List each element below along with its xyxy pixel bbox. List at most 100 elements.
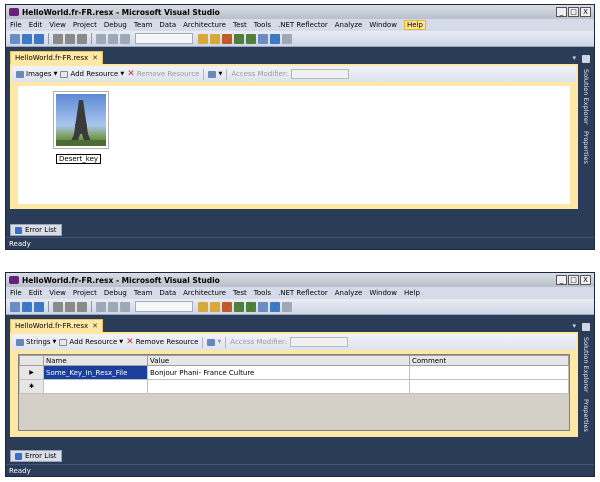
add-resource-button[interactable]: Add Resource ▼ [60, 70, 124, 78]
toolbox-icon[interactable] [246, 33, 256, 44]
cell-name[interactable] [43, 379, 148, 394]
menu-analyze[interactable]: Analyze [335, 289, 363, 297]
maximize-button[interactable]: □ [568, 275, 579, 285]
menu-project[interactable]: Project [73, 21, 97, 29]
tab-dropdown-icon[interactable]: ▾ [572, 54, 576, 62]
menu-help[interactable]: Help [404, 289, 420, 297]
new-project-icon[interactable] [10, 33, 20, 44]
save-all-icon[interactable] [34, 301, 44, 312]
menu-file[interactable]: File [10, 21, 22, 29]
cell-comment[interactable] [409, 379, 569, 394]
menu-view[interactable]: View [49, 21, 66, 29]
menu-test[interactable]: Test [233, 289, 247, 297]
menu-net-reflector[interactable]: .NET Reflector [278, 21, 328, 29]
menu-window[interactable]: Window [369, 21, 397, 29]
close-button[interactable]: X [580, 7, 591, 17]
menu-help[interactable]: Help [403, 20, 426, 30]
cut-icon[interactable] [53, 301, 63, 312]
find-in-files-icon[interactable] [198, 301, 208, 312]
close-tab-icon[interactable]: ✕ [92, 54, 98, 62]
table-row-new[interactable]: ✱ [19, 379, 569, 394]
start-debugging-icon[interactable] [120, 301, 130, 312]
copy-icon[interactable] [65, 301, 75, 312]
pin-icon[interactable] [582, 323, 590, 331]
minimize-button[interactable]: _ [556, 7, 567, 17]
copy-icon[interactable] [65, 33, 75, 44]
menu-view[interactable]: View [49, 289, 66, 297]
solution-config-combo[interactable] [135, 33, 193, 44]
solution-config-combo[interactable] [135, 301, 193, 312]
tab-helloworld-resx[interactable]: HelloWorld.fr-FR.resx ✕ [10, 319, 104, 332]
column-header-name[interactable]: Name [43, 355, 148, 366]
cut-icon[interactable] [53, 33, 63, 44]
menu-net-reflector[interactable]: .NET Reflector [278, 289, 328, 297]
remove-resource-button[interactable]: ✕ Remove Resource [126, 337, 198, 346]
menu-architecture[interactable]: Architecture [183, 21, 226, 29]
menu-test[interactable]: Test [233, 21, 247, 29]
toolbar-options-icon[interactable] [282, 301, 292, 312]
start-page-icon[interactable] [270, 301, 280, 312]
current-row-marker-icon[interactable]: ▶ [19, 365, 44, 380]
paste-icon[interactable] [77, 33, 87, 44]
resource-view-dropdown[interactable]: Images ▼ [16, 70, 57, 78]
add-resource-button[interactable]: Add Resource ▼ [59, 338, 123, 346]
undo-icon[interactable] [96, 33, 106, 44]
find-in-files-icon[interactable] [198, 33, 208, 44]
toolbox-icon[interactable] [246, 301, 256, 312]
start-debugging-icon[interactable] [120, 33, 130, 44]
menu-debug[interactable]: Debug [104, 289, 127, 297]
menu-analyze[interactable]: Analyze [335, 21, 363, 29]
object-browser-icon[interactable] [234, 33, 244, 44]
extension-manager-icon[interactable] [258, 301, 268, 312]
menu-edit[interactable]: Edit [29, 21, 43, 29]
solution-explorer-icon[interactable] [210, 33, 220, 44]
paste-icon[interactable] [77, 301, 87, 312]
maximize-button[interactable]: □ [568, 7, 579, 17]
menu-data[interactable]: Data [159, 289, 176, 297]
menu-team[interactable]: Team [134, 289, 153, 297]
new-row-marker-icon[interactable]: ✱ [19, 379, 44, 394]
close-button[interactable]: X [580, 275, 591, 285]
access-modifier-combo[interactable] [291, 69, 350, 79]
properties-icon[interactable] [222, 301, 232, 312]
views-dropdown[interactable]: ▼ [207, 338, 221, 346]
solution-explorer-icon[interactable] [210, 301, 220, 312]
column-header-value[interactable]: Value [147, 355, 410, 366]
save-icon[interactable] [22, 33, 32, 44]
menu-architecture[interactable]: Architecture [183, 289, 226, 297]
toolbar-options-icon[interactable] [282, 33, 292, 44]
cell-name[interactable]: Some_Key_In_Resx_File [43, 365, 148, 380]
extension-manager-icon[interactable] [258, 33, 268, 44]
properties-icon[interactable] [222, 33, 232, 44]
redo-icon[interactable] [108, 33, 118, 44]
cell-value[interactable] [147, 379, 410, 394]
menu-debug[interactable]: Debug [104, 21, 127, 29]
tab-error-list[interactable]: Error List [10, 224, 62, 236]
title-bar[interactable]: HelloWorld.fr-FR.resx - Microsoft Visual… [6, 5, 594, 19]
new-project-icon[interactable] [10, 301, 20, 312]
tab-error-list[interactable]: Error List [10, 450, 62, 462]
tab-dropdown-icon[interactable]: ▾ [572, 322, 576, 330]
menu-data[interactable]: Data [159, 21, 176, 29]
object-browser-icon[interactable] [234, 301, 244, 312]
pin-icon[interactable] [582, 55, 590, 63]
redo-icon[interactable] [108, 301, 118, 312]
minimize-button[interactable]: _ [556, 275, 567, 285]
tab-solution-explorer[interactable]: Solution Explorer [582, 337, 590, 393]
menu-window[interactable]: Window [369, 289, 397, 297]
menu-tools[interactable]: Tools [254, 21, 271, 29]
cell-value[interactable]: Bonjour Phani- France Culture [147, 365, 410, 380]
views-dropdown[interactable]: ▼ [208, 70, 222, 78]
table-row[interactable]: ▶ Some_Key_In_Resx_File Bonjour Phani- F… [19, 365, 569, 380]
title-bar[interactable]: HelloWorld.fr-FR.resx - Microsoft Visual… [6, 273, 594, 287]
undo-icon[interactable] [96, 301, 106, 312]
resource-view-dropdown[interactable]: Strings ▼ [16, 338, 56, 346]
column-header-comment[interactable]: Comment [409, 355, 569, 366]
resource-name-label[interactable]: Desert_key [56, 154, 102, 164]
close-tab-icon[interactable]: ✕ [92, 322, 98, 330]
start-page-icon[interactable] [270, 33, 280, 44]
menu-team[interactable]: Team [134, 21, 153, 29]
tab-helloworld-resx[interactable]: HelloWorld.fr-FR.resx ✕ [10, 51, 104, 64]
tab-solution-explorer[interactable]: Solution Explorer [582, 69, 590, 125]
cell-comment[interactable] [409, 365, 569, 380]
